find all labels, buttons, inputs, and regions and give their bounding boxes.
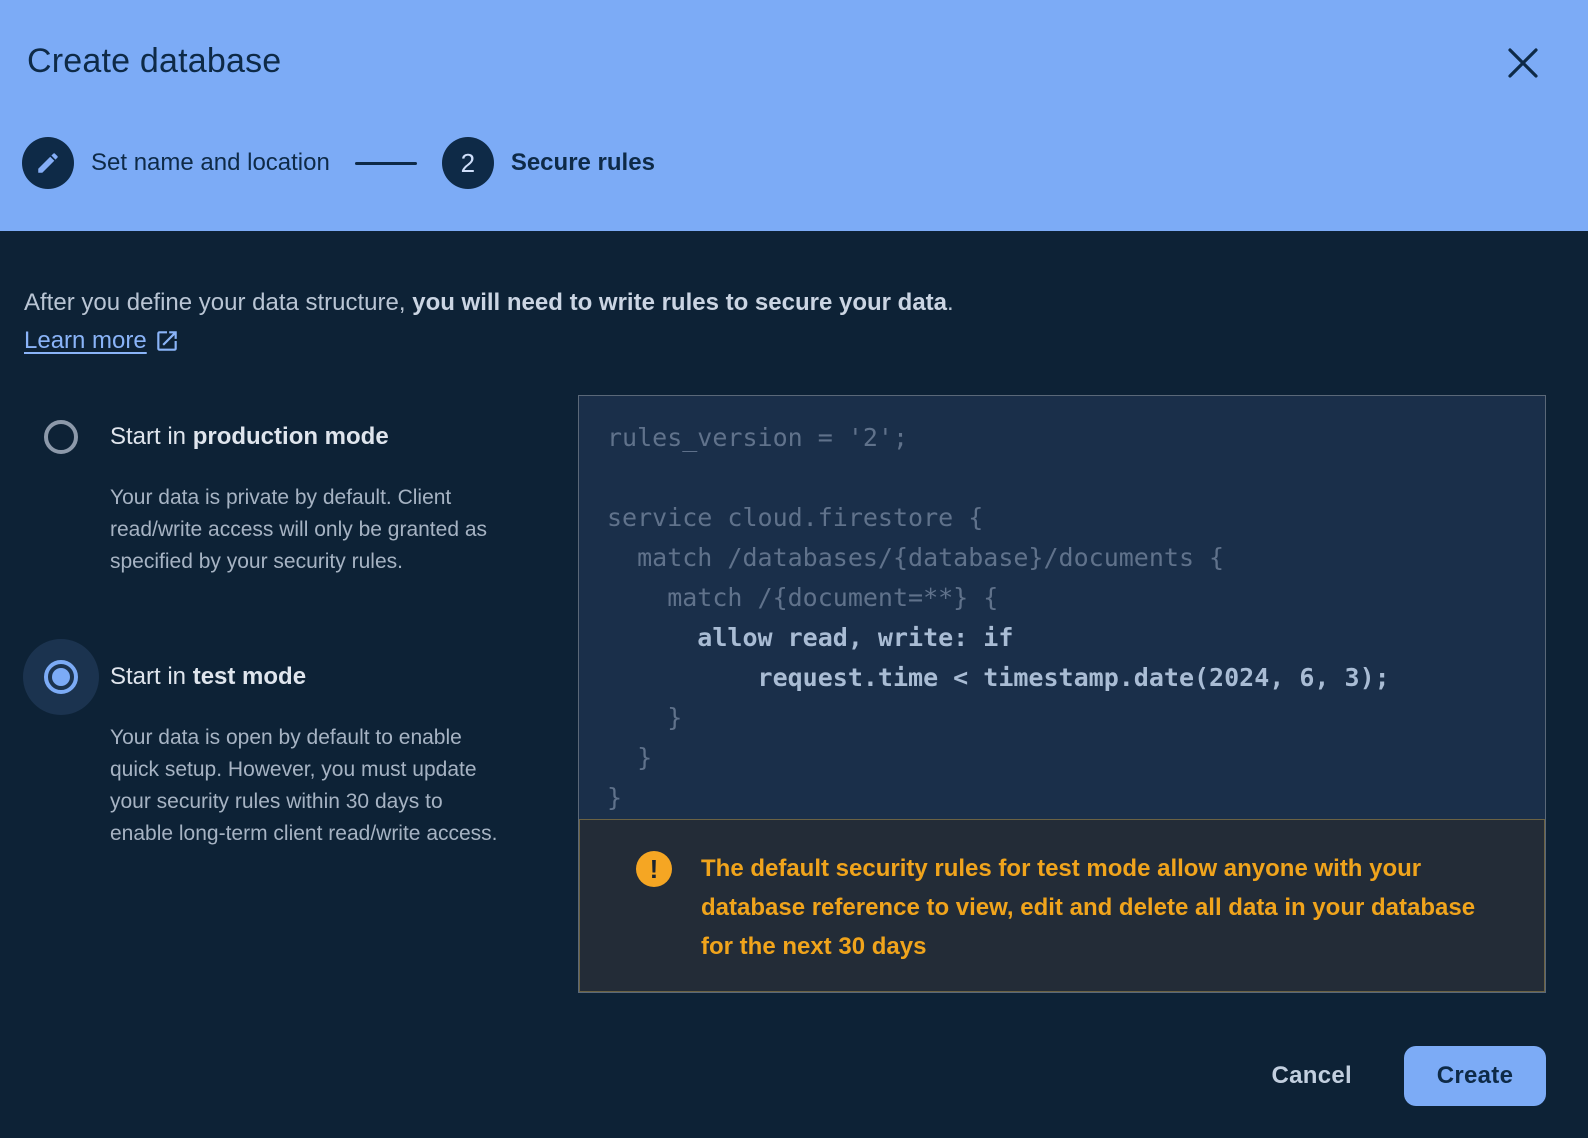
create-button[interactable]: Create [1404,1046,1546,1106]
option-title-bold: production mode [192,423,389,450]
rules-editor-panel: rules_version = '2'; service cloud.fires… [578,395,1546,993]
step-label: Secure rules [510,149,655,176]
option-title-regular: Start in [110,663,193,690]
intro-text-bold: you will need to write rules to secure y… [412,289,948,316]
radio-wrap [24,412,110,462]
create-database-dialog: Create database Set name and location 2 [0,0,1588,1138]
step-label: Set name and location [91,149,330,176]
option-title-regular: Start in [110,423,193,450]
learn-more-link[interactable]: Learn more [24,327,180,355]
step-indicator: Set name and location 2 Secure rules [22,137,655,189]
code-line: } [607,743,653,772]
option-description: Your data is private by default. Client … [110,486,488,573]
code-line: match /databases/{database}/documents { [607,543,1225,572]
code-line: service cloud.firestore { [607,503,984,532]
intro-text-period: . [947,289,954,316]
code-line-editable: request.time < timestamp.date(2024, 6, 3… [607,663,1390,692]
warning-text: The default security rules for test mode… [701,855,1476,960]
cancel-button[interactable]: Cancel [1247,1048,1376,1104]
option-body: Start in test mode Your data is open by … [110,652,564,850]
radio-test-mode[interactable] [44,660,78,694]
test-mode-warning: ! The default security rules for test mo… [579,819,1545,992]
step-number-badge: 2 [441,137,494,189]
dialog-header: Create database Set name and location 2 [0,0,1588,231]
intro-text-regular: After you define your data structure, [24,289,413,316]
radio-production-mode[interactable] [44,420,78,454]
option-test-mode[interactable]: Start in test mode Your data is open by … [23,639,564,850]
learn-more-label: Learn more [24,327,147,354]
option-title: Start in production mode [110,412,564,455]
pencil-icon [22,137,74,189]
open-in-new-icon [156,331,177,351]
rules-code-editor[interactable]: rules_version = '2'; service cloud.fires… [579,396,1545,819]
code-line: } [607,703,683,732]
step-connector [354,161,417,165]
step-number: 2 [460,147,476,178]
option-body: Start in production mode Your data is pr… [110,412,564,578]
step-secure-rules[interactable]: 2 Secure rules [441,137,655,189]
close-icon [1508,48,1538,78]
code-line-editable: allow read, write: if [607,623,1014,652]
code-line: rules_version = '2'; [607,423,909,452]
code-line: match /{document=**} { [607,583,999,612]
radio-wrap [23,639,110,715]
code-line: } [607,783,623,812]
step-set-name-and-location[interactable]: Set name and location [22,137,330,189]
option-title: Start in test mode [110,652,564,695]
option-description: Your data is open by default to enable q… [110,726,498,845]
page-title: Create database [27,42,282,80]
option-title-bold: test mode [192,663,307,690]
exclamation-icon: ! [636,851,672,887]
intro-text: After you define your data structure, yo… [24,286,954,320]
close-button[interactable] [1504,44,1542,82]
option-production-mode[interactable]: Start in production mode Your data is pr… [24,412,564,578]
dialog-footer: Cancel Create [1247,1046,1546,1106]
